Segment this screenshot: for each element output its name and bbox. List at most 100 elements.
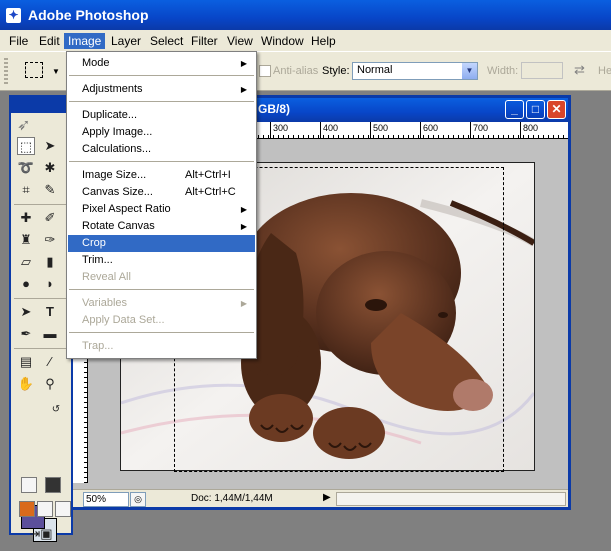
menu-item-label: Adjustments [82, 83, 143, 95]
zoom-field[interactable]: 50% [83, 492, 129, 507]
ruler-tick [270, 122, 271, 138]
menu-view[interactable]: View [223, 33, 257, 49]
menu-select[interactable]: Select [146, 33, 187, 49]
menu-item-trim[interactable]: Trim... [68, 252, 255, 269]
menu-file[interactable]: File [5, 33, 32, 49]
move-tool-icon[interactable]: ➤ [41, 137, 59, 155]
menu-item-crop[interactable]: Crop [68, 235, 255, 252]
antialias-label: Anti-alias [273, 65, 319, 77]
menu-window[interactable]: Window [257, 33, 308, 49]
width-field[interactable] [521, 62, 563, 79]
image-menu-dropdown: Mode ▶ Adjustments ▶ Duplicate... Apply Im… [66, 51, 257, 359]
menu-item-mode[interactable]: Mode ▶ [68, 55, 255, 72]
ruler-tick [320, 122, 321, 138]
menu-item-label: Pixel Aspect Ratio [82, 203, 171, 215]
quick-mask-icon[interactable] [45, 477, 61, 493]
menu-item-adjustments[interactable]: Adjustments ▶ [68, 81, 255, 98]
ruler-label: 300 [273, 123, 289, 133]
lasso-tool-icon[interactable]: ➰ [17, 159, 35, 177]
swap-colors-icon[interactable]: ↺ [47, 401, 65, 419]
crop-tool-icon[interactable]: ⌗ [17, 181, 35, 199]
style-select-value: Normal [357, 64, 393, 76]
ruler-tick [470, 122, 471, 138]
blur-tool-icon[interactable]: ● [17, 275, 35, 293]
dodge-tool-icon[interactable]: ◗ [41, 275, 59, 293]
magic-wand-icon[interactable]: ✱ [41, 159, 59, 177]
menu-item-label: Canvas Size... [82, 186, 153, 198]
screen-mode-standard-icon[interactable] [19, 501, 35, 517]
screen-mode-full-menu-icon[interactable] [37, 501, 53, 517]
menu-item-duplicate[interactable]: Duplicate... [68, 107, 255, 124]
zoom-tool-icon[interactable]: ⚲ [41, 375, 59, 393]
shape-tool-icon[interactable]: ▬ [41, 325, 59, 343]
screen-mode-full-icon[interactable] [55, 501, 71, 517]
menu-item-rotate-canvas[interactable]: Rotate Canvas ▶ [68, 218, 255, 235]
style-label: Style: [322, 65, 350, 77]
rectangular-marquee-icon[interactable] [25, 62, 43, 78]
tool-separator [14, 348, 68, 349]
eyedropper-icon[interactable]: ⁄ [41, 353, 59, 371]
submenu-arrow-icon: ▶ [240, 85, 247, 94]
status-menu-icon[interactable]: ◎ [130, 492, 146, 507]
menu-item-label: Duplicate... [82, 109, 138, 121]
maximize-icon[interactable]: □ [526, 100, 545, 119]
status-bar: 50% ◎ Doc: 1,44M/1,44M ▶ [73, 489, 568, 507]
minimize-icon[interactable]: _ [505, 100, 524, 119]
gradient-tool-icon[interactable]: ▮ [41, 253, 59, 271]
menu-layer[interactable]: Layer [107, 33, 145, 49]
hand-tool-icon[interactable]: ✋ [17, 375, 35, 393]
history-brush-icon[interactable]: ✑ [41, 231, 59, 249]
feather-icon: ➶ [17, 117, 31, 134]
menu-item-label: Trap... [82, 340, 114, 352]
ruler-tick [370, 122, 371, 138]
submenu-arrow-icon: ▶ [240, 299, 247, 308]
tools-palette: ➶ ⬚ ➤ ➰ ✱ ⌗ ✎ ✚ ✐ ♜ ✑ ▱ ▮ ● ◗ ➤ T ✒ ▬ ▤ … [9, 95, 73, 542]
notes-tool-icon[interactable]: ▤ [17, 353, 35, 371]
menu-item-label: Calculations... [82, 143, 152, 155]
ruler-tick [420, 122, 421, 138]
menu-item-canvas-size[interactable]: Canvas Size... Alt+Ctrl+C [68, 184, 255, 201]
menu-item-pixel-aspect-ratio[interactable]: Pixel Aspect Ratio ▶ [68, 201, 255, 218]
height-label: He [598, 65, 611, 77]
document-title: GB/8) [258, 102, 291, 116]
antialias-checkbox[interactable] [259, 65, 271, 77]
ruler-label: 700 [473, 123, 489, 133]
type-tool-icon[interactable]: T [41, 303, 59, 321]
menu-image[interactable]: Image [64, 33, 106, 49]
standard-mode-icon[interactable] [21, 477, 37, 493]
menu-item-label: Apply Data Set... [82, 314, 165, 326]
eraser-tool-icon[interactable]: ▱ [17, 253, 35, 271]
menu-item-calculations[interactable]: Calculations... [68, 141, 255, 158]
menu-help[interactable]: Help [307, 33, 340, 49]
pen-tool-icon[interactable]: ✒ [17, 325, 35, 343]
menu-item-shortcut: Alt+Ctrl+I [185, 169, 231, 181]
menu-separator [69, 332, 254, 333]
photoshop-icon: ✦ [6, 8, 21, 23]
app-titlebar: ✦ Adobe Photoshop [0, 0, 611, 30]
menu-item-apply-image[interactable]: Apply Image... [68, 124, 255, 141]
tool-preset-arrow-icon[interactable]: ▼ [52, 67, 60, 76]
swap-icon[interactable]: ⇄ [574, 62, 585, 78]
ruler-tick [520, 122, 521, 138]
marquee-tool-icon[interactable]: ⬚ [17, 137, 35, 155]
menu-item-reveal-all: Reveal All [68, 269, 255, 286]
menu-separator [69, 289, 254, 290]
slice-tool-icon[interactable]: ✎ [41, 181, 59, 199]
imageready-icon[interactable]: ⇥▣ [23, 525, 59, 543]
style-select[interactable]: Normal ▼ [352, 62, 478, 80]
app-title: Adobe Photoshop [28, 7, 149, 23]
menu-item-image-size[interactable]: Image Size... Alt+Ctrl+I [68, 167, 255, 184]
options-grip-icon[interactable] [4, 58, 8, 84]
brush-tool-icon[interactable]: ✐ [41, 209, 59, 227]
status-arrow-icon[interactable]: ▶ [323, 492, 331, 503]
horizontal-scrollbar[interactable] [336, 492, 566, 506]
path-select-icon[interactable]: ➤ [17, 303, 35, 321]
close-icon[interactable]: ✕ [547, 100, 566, 119]
clone-stamp-icon[interactable]: ♜ [17, 231, 35, 249]
menu-filter[interactable]: Filter [187, 33, 222, 49]
chevron-down-icon[interactable]: ▼ [462, 63, 477, 79]
menu-edit[interactable]: Edit [35, 33, 64, 49]
healing-brush-icon[interactable]: ✚ [17, 209, 35, 227]
ruler-label: 800 [523, 123, 539, 133]
tool-separator [14, 204, 68, 205]
